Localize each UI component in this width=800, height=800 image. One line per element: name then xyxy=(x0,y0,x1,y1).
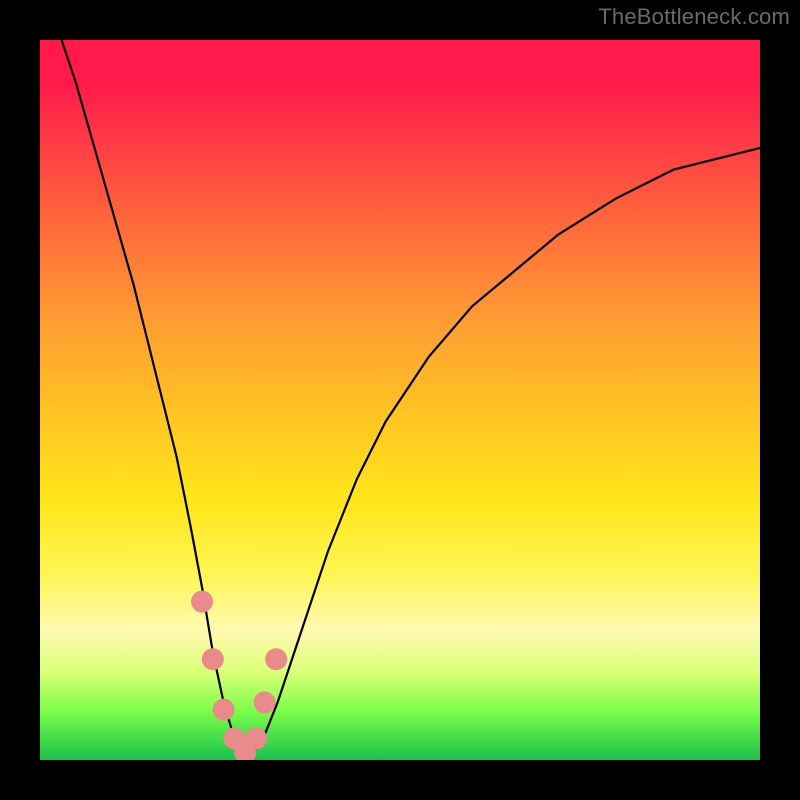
axis-bottom-strip xyxy=(40,760,760,800)
watermark-text: TheBottleneck.com xyxy=(598,4,790,30)
marker-group xyxy=(191,591,287,760)
marker-dot xyxy=(265,648,287,670)
marker-dot xyxy=(254,691,276,713)
bottleneck-curve xyxy=(40,40,760,760)
plot-area xyxy=(40,40,760,760)
chart-frame: TheBottleneck.com xyxy=(0,0,800,800)
curve-path xyxy=(62,40,760,753)
marker-dot xyxy=(245,727,267,749)
marker-dot xyxy=(213,699,235,721)
marker-dot xyxy=(191,591,213,613)
marker-dot xyxy=(202,648,224,670)
